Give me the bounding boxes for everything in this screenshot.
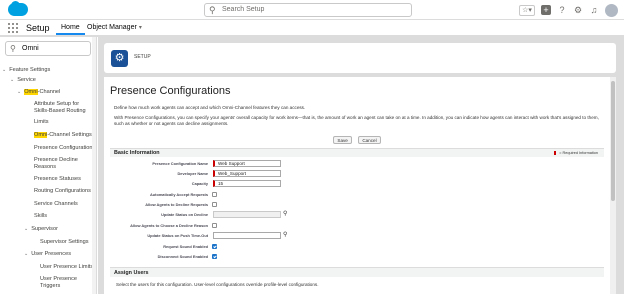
quick-find-value: Omni: [22, 45, 39, 52]
sidebar-scrollbar[interactable]: [92, 37, 96, 294]
field-label: Developer Name: [177, 171, 209, 176]
tree-item-presence-decline-reasons[interactable]: Presence Decline Reasons: [34, 157, 84, 171]
disconnect-sound-checkbox[interactable]: [212, 254, 217, 259]
field-label: Disconnect Sound Enabled: [157, 254, 208, 259]
content-scrollbar[interactable]: [610, 77, 616, 294]
search-icon: ⚲: [209, 5, 216, 15]
plus-icon[interactable]: +: [541, 5, 551, 15]
setup-page-header: ⚙ SETUP: [104, 43, 616, 73]
app-name: Setup: [26, 23, 50, 33]
tab-home[interactable]: Home: [56, 20, 85, 35]
chevron-down-icon: ⌄: [2, 67, 7, 73]
gear-icon: ⚙: [111, 50, 128, 67]
avatar[interactable]: [605, 3, 618, 17]
bell-icon[interactable]: ♫: [589, 5, 599, 15]
basic-information-header: Basic Information = Required Information: [110, 148, 604, 157]
lookup-icon[interactable]: ⚲: [283, 211, 289, 217]
gear-icon[interactable]: ⚙: [573, 5, 583, 16]
chevron-down-icon: ⌄: [17, 89, 22, 95]
tree-item-supervisor-settings[interactable]: Supervisor Settings: [40, 239, 89, 246]
capacity-input[interactable]: 15: [213, 180, 281, 187]
required-legend: = Required Information: [554, 151, 598, 155]
tree-item-omni-channel-settings[interactable]: Omni-Channel Settings: [34, 132, 92, 139]
field-label: Capacity: [191, 181, 208, 186]
tree-item-service[interactable]: ⌄ Service: [10, 77, 36, 84]
field-label: Automatically Accept Requests: [149, 192, 208, 197]
help-icon[interactable]: ?: [557, 5, 567, 15]
field-label: Update Status on Push Time-Out: [147, 233, 208, 238]
update-on-push-timeout-input[interactable]: [213, 232, 281, 239]
config-name-input[interactable]: Web Support: [213, 160, 281, 167]
tree-item-routing-configurations[interactable]: Routing Configurations: [34, 188, 91, 195]
chevron-down-icon: ⌄: [10, 77, 15, 83]
scrollbar-thumb[interactable]: [611, 81, 615, 201]
main-area: ⚙ SETUP Presence Configurations Define h…: [98, 37, 624, 294]
page-description-detail: With Presence Configurations, you can sp…: [114, 115, 599, 126]
request-sound-checkbox[interactable]: [212, 244, 217, 249]
field-row-auto-accept: Automatically Accept Requests: [110, 191, 604, 199]
tab-object-manager-label: Object Manager: [87, 24, 137, 31]
section-title: Assign Users: [114, 270, 149, 276]
favorites-star-icon[interactable]: ☆▾: [519, 4, 535, 16]
global-header: ⚲ Search Setup ☆▾ + ? ⚙ ♫: [0, 0, 624, 20]
field-label: Allow Agents to Decline Requests: [145, 202, 208, 207]
setup-sidebar: ⚲ Omni ⌄ Feature Settings ⌄ Service ⌄ Omni-…: [0, 37, 97, 294]
tree-item-skills[interactable]: Skills: [34, 213, 47, 220]
tree-item-presence-statuses[interactable]: Presence Statuses: [34, 176, 81, 183]
developer-name-input[interactable]: Web_Support: [213, 170, 281, 177]
cancel-button[interactable]: Cancel: [358, 136, 381, 144]
field-row-update-on-decline: Update Status on Decline ⚲: [110, 211, 604, 219]
field-label: Presence Configuration Name: [152, 161, 208, 166]
content-frame: Presence Configurations Define how much …: [104, 77, 610, 294]
page-title: Presence Configurations: [110, 85, 231, 97]
page-description: Define how much work agents can accept a…: [114, 105, 306, 110]
tree-item-limits[interactable]: Limits: [34, 119, 49, 126]
chevron-down-icon[interactable]: ▾: [139, 25, 142, 31]
field-row-request-sound: Request Sound Enabled: [110, 243, 604, 251]
tree-item-service-channels[interactable]: Service Channels: [34, 201, 78, 208]
field-row-choose-decline-reason: Allow Agents to Choose a Decline Reason: [110, 222, 604, 230]
app-nav-bar: Setup Home Object Manager ▾: [0, 20, 624, 37]
save-button[interactable]: Save: [333, 136, 352, 144]
setup-label: SETUP: [134, 54, 151, 60]
allow-decline-checkbox[interactable]: [212, 202, 217, 207]
assign-users-header: Assign Users: [110, 267, 604, 277]
tree-item-supervisor[interactable]: ⌄ Supervisor: [24, 226, 58, 233]
tab-object-manager[interactable]: Object Manager ▾: [82, 20, 147, 35]
search-placeholder: Search Setup: [222, 6, 265, 13]
salesforce-logo[interactable]: [8, 1, 28, 16]
tree-item-omni-channel[interactable]: ⌄ Omni-Channel: [17, 89, 60, 96]
field-row-capacity: Capacity 15: [110, 180, 604, 188]
tree-item-user-presence-limits[interactable]: User Presence Limits: [40, 264, 93, 271]
chevron-down-icon: ⌄: [24, 251, 29, 257]
choose-decline-reason-checkbox[interactable]: [212, 223, 217, 228]
quick-find-input[interactable]: ⚲ Omni: [5, 41, 91, 56]
field-row-update-on-push-timeout: Update Status on Push Time-Out ⚲: [110, 232, 604, 240]
search-icon: ⚲: [10, 44, 16, 53]
app-launcher-icon[interactable]: [8, 23, 18, 33]
tree-item-presence-configurations[interactable]: Presence Configurations: [34, 145, 95, 152]
field-label: Request Sound Enabled: [163, 244, 208, 249]
update-on-decline-input[interactable]: [213, 211, 281, 218]
tree-item-attribute-setup[interactable]: Attribute Setup for Skills-Based Routing: [34, 101, 90, 115]
section-title: Basic Information: [114, 150, 160, 156]
field-row-config-name: Presence Configuration Name Web Support: [110, 160, 604, 168]
auto-accept-checkbox[interactable]: [212, 192, 217, 197]
setup-search-input[interactable]: ⚲ Search Setup: [204, 3, 412, 17]
field-row-developer-name: Developer Name Web_Support: [110, 170, 604, 178]
required-marker: [554, 151, 557, 155]
tree-item-user-presence-triggers[interactable]: User Presence Triggers: [40, 276, 90, 290]
header-icons: ☆▾ + ? ⚙ ♫: [519, 3, 618, 17]
chevron-down-icon: ⌄: [24, 226, 29, 232]
field-row-disconnect-sound: Disconnect Sound Enabled: [110, 253, 604, 261]
field-label: Allow Agents to Choose a Decline Reason: [130, 223, 208, 228]
field-row-allow-decline: Allow Agents to Decline Requests: [110, 201, 604, 209]
lookup-icon[interactable]: ⚲: [283, 232, 289, 238]
tree-item-feature-settings[interactable]: ⌄ Feature Settings: [2, 67, 50, 74]
assign-users-description: Select the users for this configuration.…: [116, 282, 319, 287]
field-label: Update Status on Decline: [161, 212, 208, 217]
tree-item-user-presences[interactable]: ⌄ User Presences: [24, 251, 71, 258]
